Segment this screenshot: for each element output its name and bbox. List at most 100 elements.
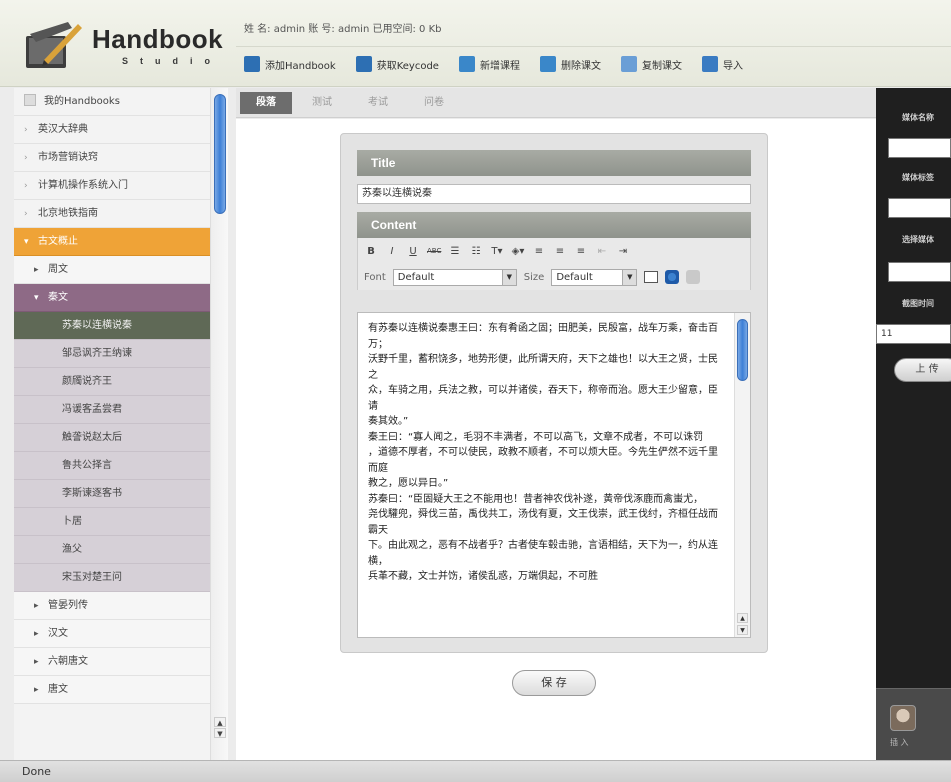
sidebar-item-18[interactable]: ▸ 管晏列传 <box>14 592 210 620</box>
media-name-input[interactable] <box>888 138 951 158</box>
sidebar-item-10[interactable]: 颜斶说齐王 <box>14 368 210 396</box>
sidebar-item-label: 古文概止 <box>38 236 78 247</box>
insert-table-icon[interactable] <box>644 271 659 283</box>
collapsed-arrow-icon[interactable]: ▸ <box>34 620 48 648</box>
sidebar-item-9[interactable]: 邹忌讽齐王纳谏 <box>14 340 210 368</box>
upload-button[interactable]: 上 传 <box>894 358 951 382</box>
sidebar-item-label: 秦文 <box>48 292 68 303</box>
content-scroll-thumb[interactable] <box>737 319 748 381</box>
sidebar-item-0[interactable]: 我的Handbooks <box>14 88 210 116</box>
title-section-header: Title <box>357 150 751 176</box>
media-tag-input[interactable] <box>888 198 951 218</box>
sidebar-item-8[interactable]: 苏秦以连横说秦 <box>14 312 210 340</box>
sidebar-item-7[interactable]: ▾ 秦文 <box>14 284 210 312</box>
toolbar-button-1[interactable]: 添加Handbook <box>244 56 336 72</box>
sidebar-item-4[interactable]: › 北京地铁指南 <box>14 200 210 228</box>
collapsed-arrow-icon[interactable]: › <box>24 116 38 144</box>
toolbar-button-6[interactable]: 导入 <box>701 56 743 72</box>
page-delete-icon <box>539 56 556 72</box>
font-label: Font <box>364 271 386 283</box>
status-bar: Done <box>0 760 951 782</box>
chevron-down-icon: ▼ <box>501 269 516 285</box>
sidebar-item-label: 北京地铁指南 <box>38 208 98 219</box>
tab-1[interactable]: 测试 <box>296 92 348 114</box>
sidebar-item-3[interactable]: › 计算机操作系统入门 <box>14 172 210 200</box>
content-scrollbar[interactable]: ▲ ▼ <box>734 313 750 637</box>
avatar[interactable] <box>890 705 916 731</box>
toolbar-button-2[interactable]: 获取Keycode <box>355 56 439 72</box>
sidebar-item-label: 管晏列传 <box>48 600 88 611</box>
sidebar-item-15[interactable]: 卜居 <box>14 508 210 536</box>
capture-time-label: 截图时间 <box>902 299 934 308</box>
key-book-icon <box>355 56 372 72</box>
sidebar-item-16[interactable]: 渔父 <box>14 536 210 564</box>
sidebar-item-19[interactable]: ▸ 汉文 <box>14 620 210 648</box>
content-section-header: Content <box>357 212 751 238</box>
title-input[interactable]: 苏秦以连横说秦 <box>357 184 751 204</box>
sidebar-item-6[interactable]: ▸ 周文 <box>14 256 210 284</box>
chevron-down-icon: ▼ <box>622 269 637 285</box>
sidebar-item-13[interactable]: 鲁共公择言 <box>14 452 210 480</box>
sidebar-item-20[interactable]: ▸ 六朝唐文 <box>14 648 210 676</box>
toolbar-button-5[interactable]: 复制课文 <box>620 56 682 72</box>
collapsed-arrow-icon[interactable]: › <box>24 144 38 172</box>
indent-icon[interactable]: ⇥ <box>616 246 630 257</box>
unlink-icon[interactable] <box>686 270 701 284</box>
toolbar-button-3[interactable]: 新增课程 <box>458 56 520 72</box>
outdent-icon[interactable]: ⇤ <box>595 246 609 257</box>
save-button[interactable]: 保 存 <box>512 670 596 696</box>
collapsed-arrow-icon[interactable]: ▸ <box>34 592 48 620</box>
media-name-label: 媒体名称 <box>902 113 934 122</box>
sidebar-item-11[interactable]: 冯谖客孟尝君 <box>14 396 210 424</box>
scroll-down-arrow-icon[interactable]: ▼ <box>737 625 748 635</box>
sidebar-item-label: 周文 <box>48 264 68 275</box>
collapsed-arrow-icon[interactable]: › <box>24 172 38 200</box>
sidebar-item-label: 市场营销诀窍 <box>38 152 98 163</box>
sidebar-item-17[interactable]: 宋玉对楚王问 <box>14 564 210 592</box>
highlight-color-icon[interactable]: ◈▾ <box>511 246 525 257</box>
tab-3[interactable]: 问卷 <box>408 92 460 114</box>
insert-link-icon[interactable] <box>665 270 680 284</box>
unordered-list-icon[interactable]: ☷ <box>469 246 483 257</box>
toolbar-button-4[interactable]: 删除课文 <box>539 56 601 72</box>
sidebar-scroll-arrows[interactable]: ▲ ▼ <box>214 716 226 738</box>
collapsed-arrow-icon[interactable]: › <box>24 200 38 228</box>
scroll-up-arrow-icon[interactable]: ▲ <box>214 717 226 727</box>
ordered-list-icon[interactable]: ☰ <box>448 246 462 257</box>
sidebar-item-12[interactable]: 触詟说赵太后 <box>14 424 210 452</box>
align-center-icon[interactable]: ≡ <box>553 246 567 257</box>
import-icon <box>701 56 718 72</box>
sidebar-scrollbar[interactable]: ▲ ▼ <box>210 88 228 760</box>
media-insert-panel: 插 入 <box>876 688 951 760</box>
tab-0[interactable]: 段落 <box>240 91 292 114</box>
bold-button[interactable]: B <box>364 246 378 257</box>
size-label: Size <box>523 271 545 283</box>
scroll-down-arrow-icon[interactable]: ▼ <box>214 728 226 738</box>
collapsed-arrow-icon[interactable]: ▸ <box>34 648 48 676</box>
sidebar-item-5[interactable]: ▾ 古文概止 <box>14 228 210 256</box>
content-editor[interactable]: 有苏秦以连横说秦惠王曰：东有肴函之固；田肥美，民殷富，战车万乘，奋击百万； 沃野… <box>357 312 751 638</box>
size-select[interactable]: Default ▼ <box>551 268 638 286</box>
sidebar-item-label: 触詟说赵太后 <box>62 432 122 443</box>
align-right-icon[interactable]: ≡ <box>574 246 588 257</box>
italic-button[interactable]: I <box>385 246 399 257</box>
expanded-arrow-icon[interactable]: ▾ <box>34 284 48 312</box>
sidebar-scroll-thumb[interactable] <box>214 94 226 214</box>
underline-button[interactable]: U <box>406 246 420 257</box>
capture-time-input[interactable]: 11 <box>876 324 951 344</box>
sidebar-item-2[interactable]: › 市场营销诀窍 <box>14 144 210 172</box>
collapsed-arrow-icon[interactable]: ▸ <box>34 256 48 284</box>
expanded-arrow-icon[interactable]: ▾ <box>24 228 38 256</box>
align-left-icon[interactable]: ≡ <box>532 246 546 257</box>
scroll-up-arrow-icon[interactable]: ▲ <box>737 613 748 623</box>
strikethrough-button[interactable]: ABC <box>427 247 441 255</box>
sidebar-item-label: 我的Handbooks <box>44 96 120 107</box>
text-color-icon[interactable]: T▾ <box>490 246 504 257</box>
select-media-input[interactable] <box>888 262 951 282</box>
font-select[interactable]: Default ▼ <box>392 268 517 286</box>
collapsed-arrow-icon[interactable]: ▸ <box>34 676 48 704</box>
sidebar-item-21[interactable]: ▸ 唐文 <box>14 676 210 704</box>
sidebar-item-14[interactable]: 李斯谏逐客书 <box>14 480 210 508</box>
tab-2[interactable]: 考试 <box>352 92 404 114</box>
sidebar-item-1[interactable]: › 英汉大辞典 <box>14 116 210 144</box>
